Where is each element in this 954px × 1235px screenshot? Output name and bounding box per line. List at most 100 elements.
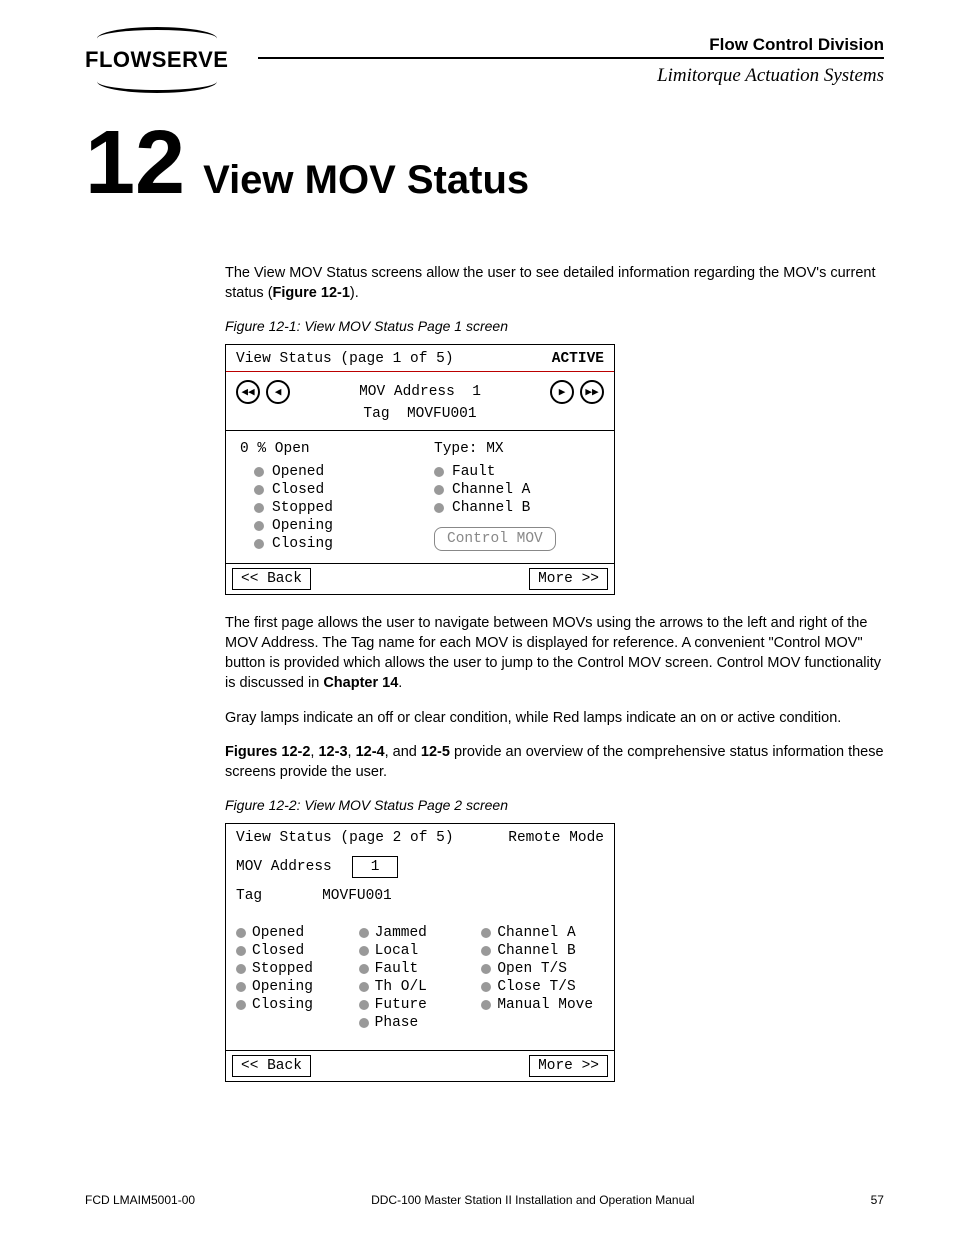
addr-label-text: MOV Address (359, 384, 455, 400)
back-button[interactable]: << Back (232, 1055, 311, 1077)
lamp-row: Future (359, 996, 482, 1014)
header-subtitle: Limitorque Actuation Systems (258, 65, 884, 87)
lamp-icon (254, 521, 264, 531)
lamp-row: Stopped (236, 960, 359, 978)
footer-center: DDC-100 Master Station II Installation a… (371, 1193, 695, 1207)
lamp-label: Stopped (272, 500, 333, 516)
lamp-icon (236, 982, 246, 992)
lamp-label: Close T/S (497, 979, 575, 995)
lamp-row: Phase (359, 1014, 482, 1032)
lamp-label: Channel A (452, 482, 530, 498)
lamp-icon (359, 928, 369, 938)
lamp-label: Fault (375, 961, 419, 977)
lamp-label: Opening (272, 518, 333, 534)
lamp-label: Channel B (497, 943, 575, 959)
fig-ref: 12-4 (356, 744, 385, 760)
lamp-row: Opened (236, 924, 359, 942)
lamp-row: Jammed (359, 924, 482, 942)
tag-label: Tag (363, 406, 389, 422)
text: , and (385, 744, 421, 760)
footer-page-number: 57 (871, 1193, 884, 1207)
lamp-row: Channel A (481, 924, 604, 942)
text: , (348, 744, 356, 760)
view-status-panel-1: View Status (page 1 of 5) ACTIVE ◀◀ ◀ MO… (225, 344, 615, 595)
lamp-row: Th O/L (359, 978, 482, 996)
panel2-addr-value: 1 (352, 856, 399, 878)
lamp-label: Opened (272, 464, 324, 480)
nav-first-icon[interactable]: ◀◀ (236, 380, 260, 404)
lamp-icon (481, 946, 491, 956)
more-button[interactable]: More >> (529, 568, 608, 590)
lamp-row: Stopped (240, 499, 420, 517)
chapter-ref: Chapter 14 (323, 675, 398, 691)
lamp-icon (254, 467, 264, 477)
text: ). (350, 285, 359, 301)
panel2-title: View Status (page 2 of 5) (236, 830, 454, 846)
lamp-icon (236, 946, 246, 956)
lamp-icon (359, 1018, 369, 1028)
lamp-row: Fault (420, 463, 600, 481)
lamp-label: Fault (452, 464, 496, 480)
lamp-icon (434, 503, 444, 513)
panel1-status: ACTIVE (552, 351, 604, 367)
page-footer: FCD LMAIM5001-00 DDC-100 Master Station … (85, 1193, 884, 1207)
type-label: Type: MX (420, 441, 600, 457)
division-label: Flow Control Division (258, 35, 884, 55)
lamp-row: Channel A (420, 481, 600, 499)
lamp-row: Manual Move (481, 996, 604, 1014)
lamp-row: Open T/S (481, 960, 604, 978)
lamp-label: Phase (375, 1015, 419, 1031)
panel2-addr-label: MOV Address (236, 859, 332, 875)
back-button[interactable]: << Back (232, 568, 311, 590)
panel2-mode: Remote Mode (508, 830, 604, 846)
lamp-label: Jammed (375, 925, 427, 941)
lamp-icon (359, 982, 369, 992)
lamp-row: Close T/S (481, 978, 604, 996)
lamp-icon (254, 539, 264, 549)
figure-12-2-caption: Figure 12-2: View MOV Status Page 2 scre… (225, 797, 884, 813)
page-header: FLOWSERVE Flow Control Division Limitorq… (85, 35, 884, 87)
chapter-heading: 12 View MOV Status (85, 127, 884, 203)
lamp-icon (254, 485, 264, 495)
lamp-row: Fault (359, 960, 482, 978)
lamp-icon (359, 964, 369, 974)
lamp-row: Closing (240, 535, 420, 553)
paragraph-4: Figures 12-2, 12-3, 12-4, and 12-5 provi… (225, 742, 884, 783)
panel2-tag-value: MOVFU001 (322, 888, 392, 904)
lamp-icon (236, 928, 246, 938)
lamp-icon (434, 467, 444, 477)
mov-address-label: MOV Address 1 (296, 384, 544, 400)
lamp-icon (481, 1000, 491, 1010)
lamp-label: Opening (252, 979, 313, 995)
panel2-tag-label: Tag (236, 888, 262, 904)
view-status-panel-2: View Status (page 2 of 5) Remote Mode MO… (225, 823, 615, 1082)
fig-ref: 12-5 (421, 744, 450, 760)
fig-ref: 12-3 (318, 744, 347, 760)
tag-value: MOVFU001 (407, 406, 477, 422)
lamp-label: Closed (272, 482, 324, 498)
more-button[interactable]: More >> (529, 1055, 608, 1077)
text: . (398, 675, 402, 691)
lamp-label: Open T/S (497, 961, 567, 977)
lamp-icon (359, 1000, 369, 1010)
footer-left: FCD LMAIM5001-00 (85, 1193, 195, 1207)
addr-value: 1 (472, 384, 481, 400)
lamp-icon (481, 928, 491, 938)
lamp-label: Manual Move (497, 997, 593, 1013)
nav-last-icon[interactable]: ▶▶ (580, 380, 604, 404)
control-mov-button[interactable]: Control MOV (434, 527, 556, 551)
intro-paragraph: The View MOV Status screens allow the us… (225, 263, 884, 304)
lamp-label: Channel A (497, 925, 575, 941)
lamp-label: Future (375, 997, 427, 1013)
figure-ref: Figure 12-1 (273, 285, 350, 301)
nav-next-icon[interactable]: ▶ (550, 380, 574, 404)
lamp-row: Closing (236, 996, 359, 1014)
header-rule (258, 57, 884, 59)
tag-row: Tag MOVFU001 (226, 406, 614, 431)
figure-12-1-caption: Figure 12-1: View MOV Status Page 1 scre… (225, 318, 884, 334)
panel1-title: View Status (page 1 of 5) (236, 351, 454, 367)
nav-prev-icon[interactable]: ◀ (266, 380, 290, 404)
lamp-label: Stopped (252, 961, 313, 977)
lamp-icon (481, 964, 491, 974)
flowserve-logo: FLOWSERVE (85, 35, 228, 85)
